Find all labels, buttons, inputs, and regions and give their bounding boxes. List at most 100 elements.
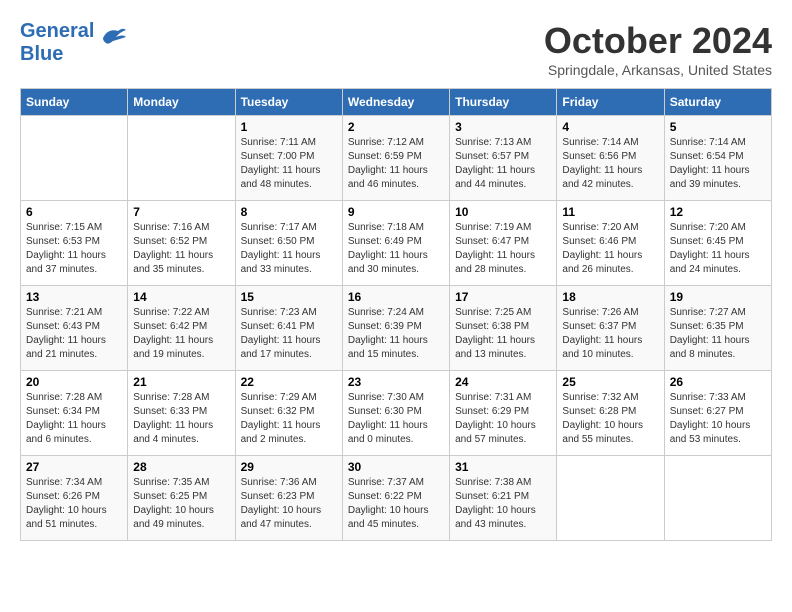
calendar-cell: 21Sunrise: 7:28 AM Sunset: 6:33 PM Dayli… (128, 371, 235, 456)
day-number: 23 (348, 375, 444, 389)
day-number: 27 (26, 460, 122, 474)
logo-text: GeneralBlue (20, 20, 94, 66)
calendar-cell: 10 Sunrise: 7:19 AM Sunset: 6:47 PM Dayli… (450, 201, 557, 286)
day-info: Sunrise: 7:35 AM Sunset: 6:25 PM Dayligh… (133, 476, 229, 532)
day-info: Sunrise: 7:27 AM Sunset: 6:35 PM Dayligh… (670, 306, 766, 362)
day-info: Sunrise: 7:33 AM Sunset: 6:27 PM Dayligh… (670, 391, 766, 447)
title-block: October 2024 Springdale, Arkansas, Unite… (544, 20, 772, 78)
day-info: Sunrise: 7:29 AM Sunset: 6:32 PM Dayligh… (241, 391, 337, 447)
weekday-header-row: SundayMondayTuesdayWednesdayThursdayFrid… (21, 89, 772, 116)
day-number: 31 (455, 460, 551, 474)
day-number: 29 (241, 460, 337, 474)
day-number: 8 (241, 205, 337, 219)
day-info: Sunrise: 7:12 AM Sunset: 6:59 PM Dayligh… (348, 136, 444, 192)
day-number: 12 (670, 205, 766, 219)
calendar-cell: 1 Sunrise: 7:11 AM Sunset: 7:00 PM Daylig… (235, 116, 342, 201)
calendar-cell: 17 Sunrise: 7:25 AM Sunset: 6:38 PM Dayli… (450, 286, 557, 371)
calendar-cell: 8 Sunrise: 7:17 AM Sunset: 6:50 PM Daylig… (235, 201, 342, 286)
calendar-cell: 31 Sunrise: 7:38 AM Sunset: 6:21 PM Dayli… (450, 456, 557, 541)
day-number: 11 (562, 205, 658, 219)
day-number: 13 (26, 290, 122, 304)
day-number: 30 (348, 460, 444, 474)
day-info: Sunrise: 7:38 AM Sunset: 6:21 PM Dayligh… (455, 476, 551, 532)
day-info: Sunrise: 7:37 AM Sunset: 6:22 PM Dayligh… (348, 476, 444, 532)
day-number: 15 (241, 290, 337, 304)
day-info: Sunrise: 7:20 AM Sunset: 6:45 PM Dayligh… (670, 221, 766, 277)
calendar-cell: 29 Sunrise: 7:36 AM Sunset: 6:23 PM Dayli… (235, 456, 342, 541)
day-info: Sunrise: 7:16 AM Sunset: 6:52 PM Dayligh… (133, 221, 229, 277)
location-subtitle: Springdale, Arkansas, United States (544, 62, 772, 78)
logo: GeneralBlue (20, 20, 128, 66)
day-number: 25 (562, 375, 658, 389)
day-info: Sunrise: 7:23 AM Sunset: 6:41 PM Dayligh… (241, 306, 337, 362)
day-number: 24 (455, 375, 551, 389)
day-info: Sunrise: 7:15 AM Sunset: 6:53 PM Dayligh… (26, 221, 122, 277)
calendar-cell: 27 Sunrise: 7:34 AM Sunset: 6:26 PM Dayli… (21, 456, 128, 541)
calendar-cell (664, 456, 771, 541)
day-info: Sunrise: 7:36 AM Sunset: 6:23 PM Dayligh… (241, 476, 337, 532)
day-info: Sunrise: 7:21 AM Sunset: 6:43 PM Dayligh… (26, 306, 122, 362)
day-info: Sunrise: 7:13 AM Sunset: 6:57 PM Dayligh… (455, 136, 551, 192)
calendar-cell (557, 456, 664, 541)
day-number: 16 (348, 290, 444, 304)
day-info: Sunrise: 7:17 AM Sunset: 6:50 PM Dayligh… (241, 221, 337, 277)
day-info: Sunrise: 7:34 AM Sunset: 6:26 PM Dayligh… (26, 476, 122, 532)
calendar-cell: 14Sunrise: 7:22 AM Sunset: 6:42 PM Dayli… (128, 286, 235, 371)
day-number: 4 (562, 120, 658, 134)
day-info: Sunrise: 7:30 AM Sunset: 6:30 PM Dayligh… (348, 391, 444, 447)
month-title: October 2024 (544, 20, 772, 62)
calendar-cell: 2 Sunrise: 7:12 AM Sunset: 6:59 PM Daylig… (342, 116, 449, 201)
day-info: Sunrise: 7:32 AM Sunset: 6:28 PM Dayligh… (562, 391, 658, 447)
weekday-header-monday: Monday (128, 89, 235, 116)
calendar-cell: 6Sunrise: 7:15 AM Sunset: 6:53 PM Daylig… (21, 201, 128, 286)
calendar-week-row: 13 Sunrise: 7:21 AM Sunset: 6:43 PM Dayli… (21, 286, 772, 371)
calendar-cell: 13 Sunrise: 7:21 AM Sunset: 6:43 PM Dayli… (21, 286, 128, 371)
day-number: 2 (348, 120, 444, 134)
day-number: 3 (455, 120, 551, 134)
day-number: 17 (455, 290, 551, 304)
weekday-header-thursday: Thursday (450, 89, 557, 116)
calendar-cell: 5 Sunrise: 7:14 AM Sunset: 6:54 PM Daylig… (664, 116, 771, 201)
day-info: Sunrise: 7:11 AM Sunset: 7:00 PM Dayligh… (241, 136, 337, 192)
weekday-header-sunday: Sunday (21, 89, 128, 116)
calendar-cell: 9Sunrise: 7:18 AM Sunset: 6:49 PM Daylig… (342, 201, 449, 286)
calendar-week-row: 6Sunrise: 7:15 AM Sunset: 6:53 PM Daylig… (21, 201, 772, 286)
day-info: Sunrise: 7:19 AM Sunset: 6:47 PM Dayligh… (455, 221, 551, 277)
day-number: 14 (133, 290, 229, 304)
day-number: 20 (26, 375, 122, 389)
day-number: 7 (133, 205, 229, 219)
page-header: GeneralBlue October 2024 Springdale, Ark… (20, 20, 772, 78)
day-number: 10 (455, 205, 551, 219)
calendar-cell: 28 Sunrise: 7:35 AM Sunset: 6:25 PM Dayli… (128, 456, 235, 541)
calendar-week-row: 20 Sunrise: 7:28 AM Sunset: 6:34 PM Dayli… (21, 371, 772, 456)
calendar-cell (21, 116, 128, 201)
day-number: 18 (562, 290, 658, 304)
day-number: 1 (241, 120, 337, 134)
calendar-week-row: 27 Sunrise: 7:34 AM Sunset: 6:26 PM Dayli… (21, 456, 772, 541)
day-number: 19 (670, 290, 766, 304)
calendar-cell: 15 Sunrise: 7:23 AM Sunset: 6:41 PM Dayli… (235, 286, 342, 371)
calendar-cell: 4 Sunrise: 7:14 AM Sunset: 6:56 PM Daylig… (557, 116, 664, 201)
weekday-header-friday: Friday (557, 89, 664, 116)
calendar-cell: 12 Sunrise: 7:20 AM Sunset: 6:45 PM Dayli… (664, 201, 771, 286)
day-info: Sunrise: 7:14 AM Sunset: 6:54 PM Dayligh… (670, 136, 766, 192)
day-info: Sunrise: 7:24 AM Sunset: 6:39 PM Dayligh… (348, 306, 444, 362)
day-number: 28 (133, 460, 229, 474)
logo-bird-icon (98, 23, 128, 53)
calendar-cell: 3 Sunrise: 7:13 AM Sunset: 6:57 PM Daylig… (450, 116, 557, 201)
calendar-cell: 30 Sunrise: 7:37 AM Sunset: 6:22 PM Dayli… (342, 456, 449, 541)
day-info: Sunrise: 7:26 AM Sunset: 6:37 PM Dayligh… (562, 306, 658, 362)
calendar-cell: 19 Sunrise: 7:27 AM Sunset: 6:35 PM Dayli… (664, 286, 771, 371)
calendar-cell: 22Sunrise: 7:29 AM Sunset: 6:32 PM Dayli… (235, 371, 342, 456)
calendar-cell: 7 Sunrise: 7:16 AM Sunset: 6:52 PM Daylig… (128, 201, 235, 286)
day-number: 5 (670, 120, 766, 134)
weekday-header-tuesday: Tuesday (235, 89, 342, 116)
calendar-week-row: 1 Sunrise: 7:11 AM Sunset: 7:00 PM Daylig… (21, 116, 772, 201)
day-info: Sunrise: 7:18 AM Sunset: 6:49 PM Dayligh… (348, 221, 444, 277)
calendar-cell: 23 Sunrise: 7:30 AM Sunset: 6:30 PM Dayli… (342, 371, 449, 456)
day-info: Sunrise: 7:25 AM Sunset: 6:38 PM Dayligh… (455, 306, 551, 362)
day-number: 21 (133, 375, 229, 389)
day-info: Sunrise: 7:28 AM Sunset: 6:34 PM Dayligh… (26, 391, 122, 447)
calendar-cell: 25 Sunrise: 7:32 AM Sunset: 6:28 PM Dayli… (557, 371, 664, 456)
day-info: Sunrise: 7:14 AM Sunset: 6:56 PM Dayligh… (562, 136, 658, 192)
